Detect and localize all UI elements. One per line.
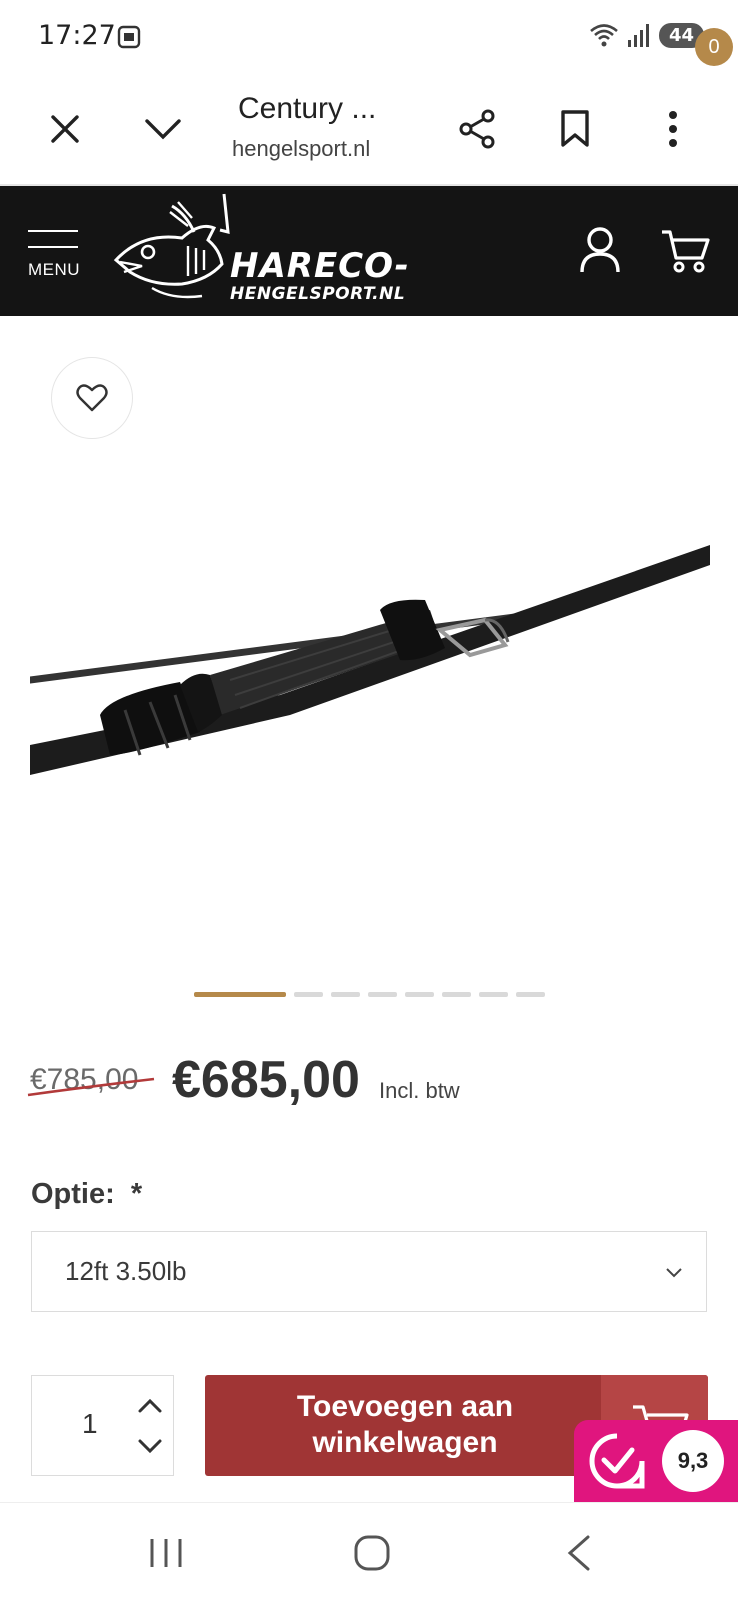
status-icons: 44 [589,22,704,48]
back-icon[interactable] [560,1533,600,1573]
current-price: €685,00 [172,1051,360,1109]
rating-badge[interactable]: 9,3 [574,1420,738,1502]
status-time: 17:27 [38,20,116,51]
page-url[interactable]: hengelsport.nl [232,136,372,162]
status-bar: 17:27 44 [0,0,738,74]
recent-apps-icon[interactable] [146,1533,186,1573]
vat-label: Incl. btw [379,1078,460,1103]
menu-icon-line [28,246,78,248]
menu-label: MENU [28,260,81,279]
page-title[interactable]: Century ... [238,92,376,126]
quantity-value[interactable]: 1 [82,1408,98,1440]
bookmark-icon[interactable] [550,104,600,154]
chevron-down-icon[interactable] [136,1434,164,1458]
home-icon[interactable] [352,1533,392,1573]
heart-icon [76,384,108,412]
image-carousel-indicator [194,992,545,997]
carousel-dot[interactable] [516,992,545,997]
site-header: MENU HARECO- HENGELSPORT.NL [0,186,738,316]
chevron-up-icon[interactable] [136,1394,164,1418]
carousel-dot[interactable] [294,992,323,997]
add-to-cart-label-line2: winkelwagen [312,1426,498,1459]
option-selected-value: 12ft 3.50lb [65,1256,187,1286]
logo-text-sub: HENGELSPORT.NL [230,284,406,304]
fish-logo-icon [113,193,230,299]
carousel-dot-active[interactable] [194,992,286,997]
option-label-text: Optie: [31,1178,115,1210]
price-strikethrough [27,1077,155,1097]
wishlist-button[interactable] [51,357,133,439]
kiyoh-check-icon [589,1433,645,1489]
quantity-stepper[interactable]: 1 [31,1375,174,1476]
menu-icon-line [28,230,78,232]
add-to-cart-label: Toevoegen aan winkelwagen [205,1389,605,1461]
carousel-dot[interactable] [368,992,397,997]
carousel-dot[interactable] [479,992,508,997]
chevron-down-icon[interactable] [138,104,188,154]
chevron-down-icon [666,1268,682,1278]
cart-count-badge[interactable]: 0 [695,28,733,66]
account-icon[interactable] [578,226,622,274]
required-mark: * [130,1178,143,1210]
wifi-icon [590,24,618,47]
product-image[interactable] [30,470,710,880]
close-icon[interactable] [40,104,90,154]
carousel-dot[interactable] [442,992,471,997]
signal-icon [627,24,649,47]
share-icon[interactable] [452,104,502,154]
carousel-dot[interactable] [331,992,360,997]
site-logo[interactable]: HARECO- HENGELSPORT.NL [112,192,462,310]
cart-icon[interactable] [660,228,710,274]
menu-button[interactable]: MENU [28,230,84,280]
screenshot-icon [117,25,141,49]
logo-text-main: HARECO- [230,246,410,286]
more-vert-icon[interactable] [648,104,698,154]
carousel-dot[interactable] [405,992,434,997]
option-label: Optie: * [31,1178,142,1211]
browser-toolbar: Century ... hengelsport.nl [0,74,738,186]
add-to-cart-label-line1: Toevoegen aan [296,1390,514,1423]
rating-score: 9,3 [662,1430,724,1492]
system-nav-bar [0,1502,738,1600]
option-select[interactable]: 12ft 3.50lb [31,1231,707,1312]
